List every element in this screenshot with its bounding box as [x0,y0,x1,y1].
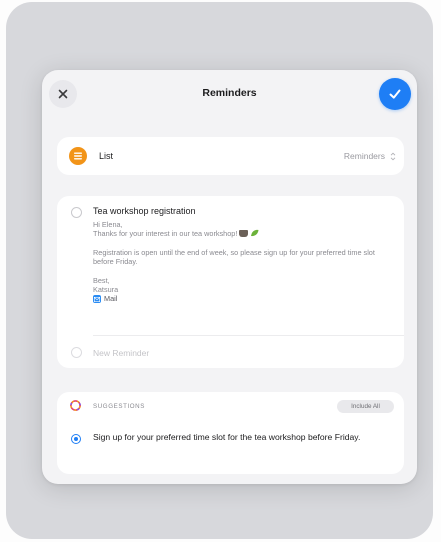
reminder-complete-toggle[interactable] [71,207,82,218]
list-picker-row[interactable]: List Reminders [57,137,404,175]
suggestions-heading: SUGGESTIONS [93,403,145,410]
reminder-notes[interactable]: Hi Elena, Thanks for your interest in ou… [93,220,393,304]
checkmark-icon [389,89,401,99]
reminders-sheet: Reminders List Reminders Tea workshop re… [42,70,417,484]
mail-icon [93,295,101,304]
list-selector[interactable]: Reminders [344,151,396,161]
done-button[interactable] [379,78,411,110]
notes-signoff: Best, [93,275,110,285]
divider [93,335,404,336]
suggestion-text[interactable]: Sign up for your preferred time slot for… [93,432,383,444]
notes-line: Thanks for your interest in our tea work… [93,229,238,239]
add-suggestion-dot-icon [74,437,78,441]
notes-greeting: Hi Elena, [93,220,123,229]
sheet-title: Reminders [202,87,257,99]
notes-sender: Katsura [93,285,119,295]
notes-paragraph: Registration is open until the end of we… [93,247,375,267]
tea-cup-emoji-icon [239,230,249,238]
suggestions-sparkle-icon [70,400,81,411]
new-reminder-toggle [71,347,82,358]
reminders-list: Tea workshop registration Hi Elena, Than… [57,196,404,368]
include-all-button[interactable]: Include All [337,400,394,413]
add-suggestion-button[interactable] [71,434,81,444]
mail-source-label: Mail [104,294,118,304]
new-reminder-input[interactable]: New Reminder [93,348,149,358]
reminder-title[interactable]: Tea workshop registration [93,206,196,216]
list-value: Reminders [343,151,385,161]
leaf-emoji-icon [251,230,259,237]
list-bullet-icon [69,147,87,165]
mail-source-link[interactable]: Mail [93,294,393,303]
list-label: List [99,151,114,161]
suggestions-section: SUGGESTIONS Include All Sign up for your… [57,392,404,474]
chevron-up-down-icon [390,152,396,160]
